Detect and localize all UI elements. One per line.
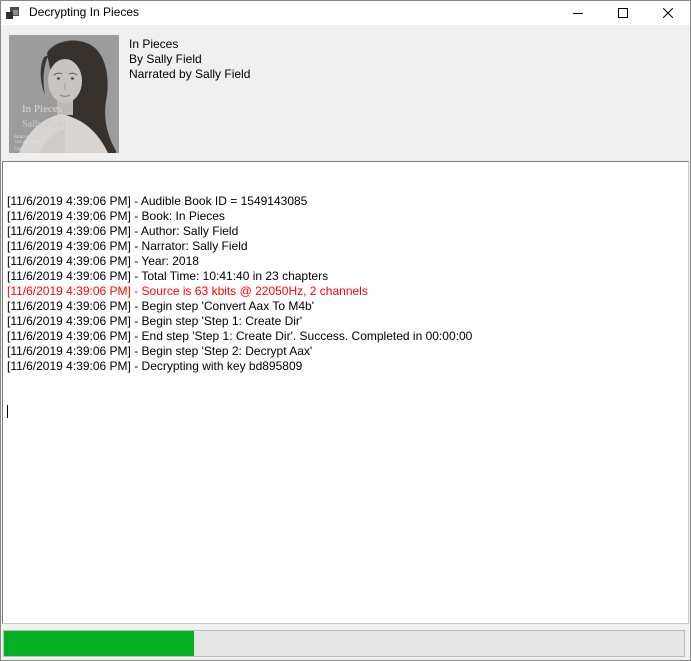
log-line: [11/6/2019 4:39:06 PM] - End step 'Step … [7,329,684,344]
log-textbox[interactable]: [11/6/2019 4:39:06 PM] - Audible Book ID… [2,161,689,624]
cover-title-text: In Pieces [22,103,62,115]
app-window: Decrypting In Pieces [0,0,691,661]
close-button[interactable] [645,1,690,25]
book-cover-image: In Pieces Sally Field READ BY THE AUTHOR… [9,35,119,153]
log-line: [11/6/2019 4:39:06 PM] - Narrator: Sally… [7,239,684,254]
log-line: [11/6/2019 4:39:06 PM] - Begin step 'Con… [7,299,684,314]
cover-author-text: Sally Field [22,119,66,130]
cover-art: In Pieces Sally Field READ BY THE AUTHOR… [9,35,119,153]
titlebar[interactable]: Decrypting In Pieces [1,1,690,25]
log-line: [11/6/2019 4:39:06 PM] - Author: Sally F… [7,224,684,239]
book-info: In Pieces By Sally Field Narrated by Sal… [129,37,250,82]
log-line: [11/6/2019 4:39:06 PM] - Audible Book ID… [7,194,684,209]
log-line: [11/6/2019 4:39:06 PM] - Year: 2018 [7,254,684,269]
book-narrator: Narrated by Sally Field [129,67,250,82]
log-line: [11/6/2019 4:39:06 PM] - Begin step 'Ste… [7,344,684,359]
maximize-icon [618,8,628,18]
text-caret [7,405,8,418]
log-lines: [11/6/2019 4:39:06 PM] - Audible Book ID… [7,194,684,374]
progress-bar [3,630,685,657]
log-line: [11/6/2019 4:39:06 PM] - Decrypting with… [7,359,684,374]
log-line: [11/6/2019 4:39:06 PM] - Total Time: 10:… [7,269,684,284]
cover-readby-line2: THE AUTHOR [14,139,40,144]
log-line: [11/6/2019 4:39:06 PM] - Begin step 'Ste… [7,314,684,329]
book-author: By Sally Field [129,52,250,67]
book-title: In Pieces [129,37,250,52]
close-icon [663,8,673,18]
log-line: [11/6/2019 4:39:06 PM] - Source is 63 kb… [7,284,684,299]
minimize-button[interactable] [555,1,600,25]
log-line: [11/6/2019 4:39:06 PM] - Book: In Pieces [7,209,684,224]
window-title: Decrypting In Pieces [29,5,139,19]
progress-fill [4,631,194,656]
maximize-button[interactable] [600,1,645,25]
app-window-icon [5,6,21,21]
cover-edition-text: Unabridged [14,147,38,152]
minimize-icon [573,8,583,18]
